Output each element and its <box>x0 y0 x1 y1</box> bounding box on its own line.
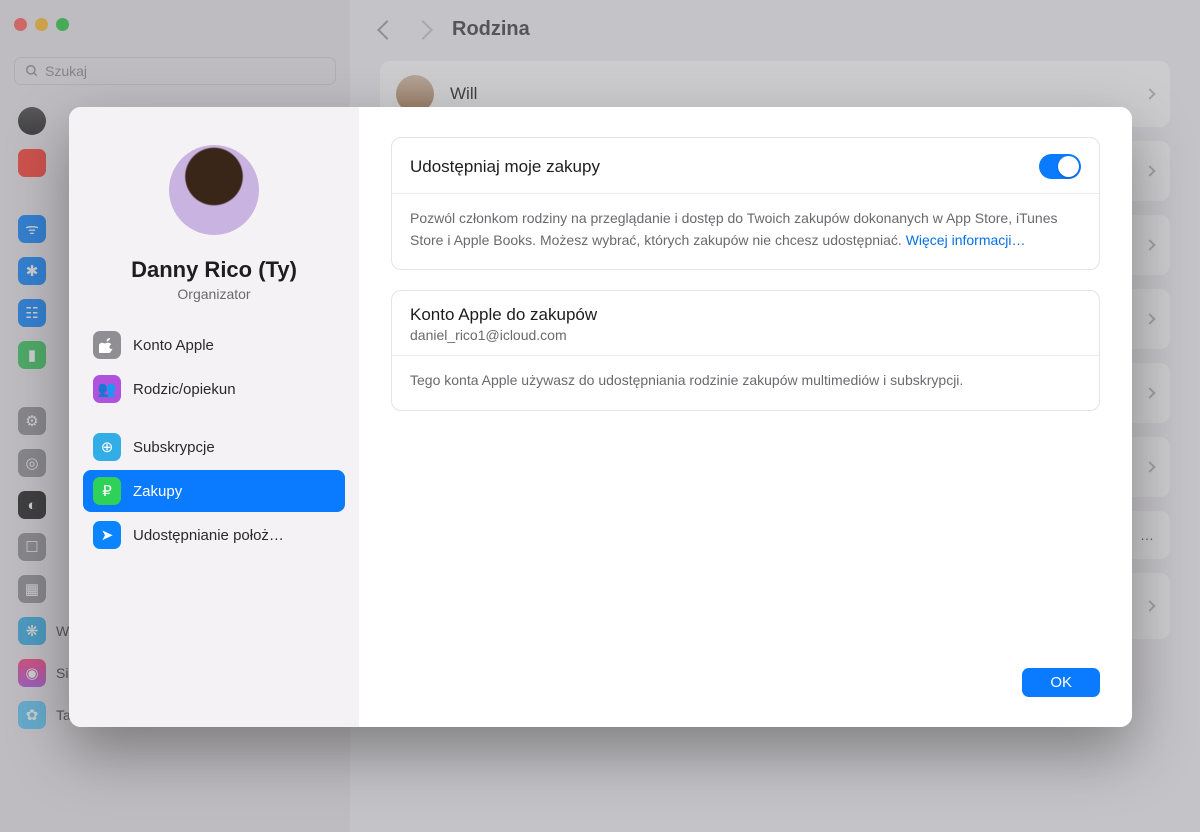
nav-label: Rodzic/opiekun <box>133 381 236 398</box>
user-name: Danny Rico (Ty) <box>131 257 297 283</box>
nav-subscriptions[interactable]: ⊕ Subskrypcje <box>83 426 345 468</box>
sheet-main: Udostępniaj moje zakupy Pozwól członkom … <box>359 107 1132 727</box>
panel-title: Konto Apple do zakupów <box>392 291 1099 327</box>
avatar <box>169 145 259 235</box>
nav-label: Udostępnianie położ… <box>133 527 284 544</box>
purchase-account-panel: Konto Apple do zakupów daniel_rico1@iclo… <box>391 290 1100 411</box>
panel-description: Tego konta Apple używasz do udostępniani… <box>392 356 1099 410</box>
subscriptions-icon: ⊕ <box>93 433 121 461</box>
learn-more-link[interactable]: Więcej informacji… <box>906 232 1026 248</box>
location-icon: ➤ <box>93 521 121 549</box>
family-member-sheet: Danny Rico (Ty) Organizator Konto Apple … <box>69 107 1132 727</box>
purchases-icon: ₽ <box>93 477 121 505</box>
share-purchases-panel: Udostępniaj moje zakupy Pozwól członkom … <box>391 137 1100 270</box>
account-email: daniel_rico1@icloud.com <box>392 327 1099 356</box>
ok-button[interactable]: OK <box>1022 668 1100 697</box>
panel-title: Udostępniaj moje zakupy <box>410 157 600 177</box>
nav-location-sharing[interactable]: ➤ Udostępnianie położ… <box>83 514 345 556</box>
nav-label: Zakupy <box>133 483 182 500</box>
share-purchases-toggle[interactable] <box>1039 154 1081 179</box>
nav-apple-account[interactable]: Konto Apple <box>83 324 345 366</box>
nav-parent-guardian[interactable]: 👥 Rodzic/opiekun <box>83 368 345 410</box>
nav-label: Subskrypcje <box>133 439 215 456</box>
parent-icon: 👥 <box>93 375 121 403</box>
nav-label: Konto Apple <box>133 337 214 354</box>
sheet-sidebar: Danny Rico (Ty) Organizator Konto Apple … <box>69 107 359 727</box>
panel-body: Pozwól członkom rodziny na przeglądanie … <box>392 194 1099 269</box>
nav-purchases[interactable]: ₽ Zakupy <box>83 470 345 512</box>
user-role: Organizator <box>177 286 250 302</box>
apple-icon <box>93 331 121 359</box>
